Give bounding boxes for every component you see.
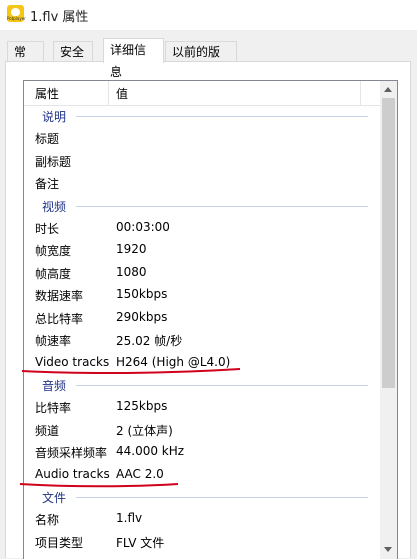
group-divider bbox=[76, 116, 368, 117]
group-header[interactable]: 视频 bbox=[24, 195, 380, 217]
table-row[interactable]: 帧宽度 1920 bbox=[24, 239, 380, 261]
potplayer-app-icon: Potplayer bbox=[7, 5, 26, 22]
tab-security[interactable]: 安全 bbox=[53, 41, 93, 61]
property-value: 25.02 帧/秒 bbox=[116, 334, 183, 348]
property-value: 00:03:00 bbox=[116, 219, 170, 234]
property-name: 帧宽度 bbox=[35, 244, 72, 258]
group-header[interactable]: 文件 bbox=[24, 486, 380, 508]
title-bar: Potplayer 1.flv 属性 bbox=[0, 0, 417, 30]
property-value: H264 (High @L4.0) bbox=[116, 354, 231, 369]
table-row[interactable]: 副标题 bbox=[24, 150, 380, 172]
group-header-label: 说明 bbox=[42, 110, 67, 124]
property-name: 标题 bbox=[35, 132, 60, 146]
table-row[interactable]: 项目类型 FLV 文件 bbox=[24, 531, 380, 553]
tab-strip: 常规 安全 详细信息 以前的版本 bbox=[0, 38, 417, 79]
property-value: 2 (立体声) bbox=[116, 423, 173, 438]
property-name: 帧速率 bbox=[35, 334, 72, 348]
property-name: 时长 bbox=[35, 221, 60, 236]
group-header-label: 视频 bbox=[42, 199, 67, 214]
property-name: 副标题 bbox=[35, 154, 72, 169]
property-value: AAC 2.0 bbox=[116, 466, 164, 481]
column-header-value[interactable]: 值 bbox=[116, 85, 128, 102]
property-name: 音频采样频率 bbox=[35, 446, 108, 460]
table-row[interactable]: 帧高度 1080 bbox=[24, 262, 380, 284]
property-name: 帧高度 bbox=[35, 266, 72, 281]
property-value: 1.flv bbox=[116, 511, 143, 525]
group-divider bbox=[76, 385, 368, 386]
scroll-thumb[interactable] bbox=[382, 98, 395, 388]
list-header: 属性 值 bbox=[24, 81, 380, 106]
scroll-up-arrow-icon[interactable] bbox=[384, 87, 392, 92]
group-divider bbox=[76, 205, 368, 207]
group-divider bbox=[76, 497, 368, 498]
table-row[interactable]: 数据速率 150kbps bbox=[24, 284, 380, 306]
property-value: 1080 bbox=[116, 264, 147, 279]
property-name: 名称 bbox=[35, 513, 60, 527]
property-value: 1920 bbox=[116, 242, 147, 256]
group-header[interactable]: 音频 bbox=[24, 374, 380, 396]
window-title: 1.flv 属性 bbox=[30, 10, 89, 25]
details-panel: 属性 值 说明标题副标题备注视频时长 00:03:00 帧宽度 1920 帧高度 1080… bbox=[5, 61, 411, 559]
group-header[interactable]: 说明 bbox=[24, 105, 380, 127]
property-name: 数据速率 bbox=[35, 289, 84, 303]
vertical-scrollbar[interactable] bbox=[380, 81, 397, 559]
property-name: 比特率 bbox=[35, 401, 72, 415]
table-row[interactable]: 比特率 125kbps bbox=[24, 396, 380, 418]
tab-previous-versions[interactable]: 以前的版本 bbox=[165, 41, 237, 79]
table-row[interactable]: 名称 1.flv bbox=[24, 508, 380, 530]
tab-general[interactable]: 常规 bbox=[7, 41, 44, 79]
property-value: 125kbps bbox=[116, 399, 168, 413]
table-row[interactable]: 频道 2 (立体声) bbox=[24, 419, 380, 441]
table-row[interactable]: 帧速率 25.02 帧/秒 bbox=[24, 329, 380, 351]
property-name: 项目类型 bbox=[35, 535, 84, 550]
scroll-down-arrow-icon[interactable] bbox=[384, 547, 392, 552]
table-row[interactable]: 时长 00:03:00 bbox=[24, 217, 380, 239]
property-name: 总比特率 bbox=[35, 311, 84, 326]
group-header-label: 文件 bbox=[42, 491, 67, 505]
property-name: 频道 bbox=[35, 423, 60, 438]
property-value: 290kbps bbox=[116, 309, 168, 324]
table-row[interactable]: 标题 bbox=[24, 127, 380, 149]
column-header-property[interactable]: 属性 bbox=[35, 85, 59, 102]
property-value: 150kbps bbox=[116, 287, 168, 301]
table-row[interactable]: Video tracks H264 (High @L4.0) bbox=[24, 352, 380, 374]
table-row[interactable]: 备注 bbox=[24, 172, 380, 194]
table-row[interactable]: 总比特率 290kbps bbox=[24, 307, 380, 329]
property-name: 备注 bbox=[35, 177, 60, 191]
group-header-label: 音频 bbox=[42, 379, 67, 393]
property-value: 44.000 kHz bbox=[116, 444, 185, 458]
tab-details[interactable]: 详细信息 bbox=[103, 38, 164, 79]
table-row[interactable]: Audio tracks AAC 2.0 bbox=[24, 464, 380, 486]
table-row[interactable]: 音频采样频率 44.000 kHz bbox=[24, 441, 380, 463]
property-name: Audio tracks bbox=[35, 466, 110, 481]
property-value: FLV 文件 bbox=[116, 535, 165, 550]
property-list[interactable]: 属性 值 说明标题副标题备注视频时长 00:03:00 帧宽度 1920 帧高度 1080… bbox=[23, 80, 398, 559]
property-name: Video tracks bbox=[35, 354, 110, 369]
